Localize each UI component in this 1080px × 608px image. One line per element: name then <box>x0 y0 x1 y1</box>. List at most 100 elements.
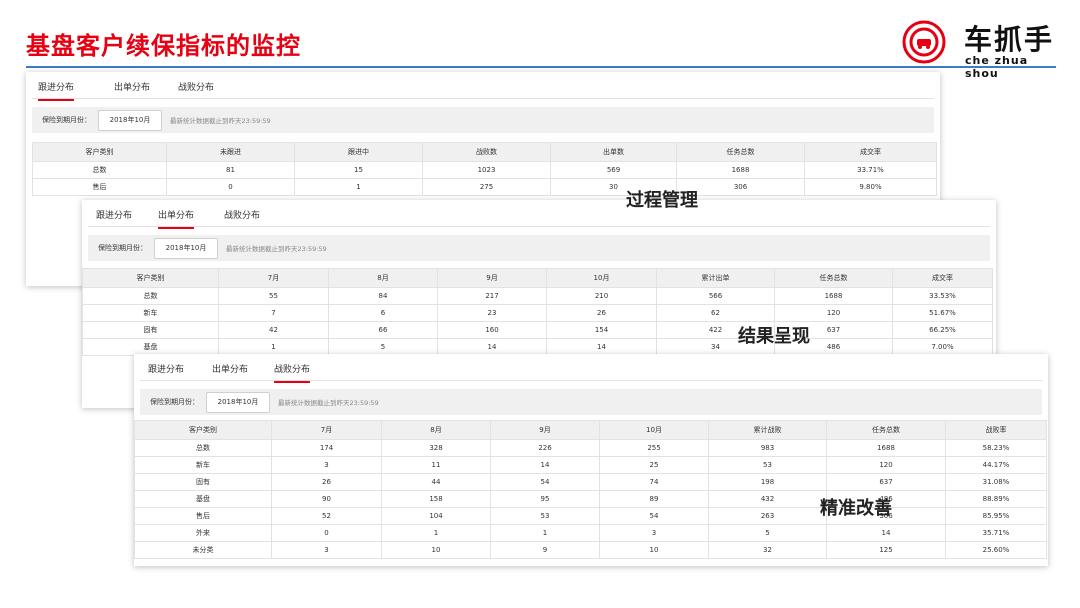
column-header: 任务总数 <box>826 420 946 440</box>
tab-lost[interactable]: 战败分布 <box>178 80 214 99</box>
column-header: 客户类别 <box>134 420 272 440</box>
table-cell: 25 <box>599 456 709 474</box>
table-row: 外来 0 1 1 3 5 14 35.71% <box>134 524 1047 542</box>
table-row: 售后 52 104 53 54 263 306 85.95% <box>134 507 1047 525</box>
table-cell: 432 <box>708 490 827 508</box>
tab-bar: 跟进分布 出单分布 战败分布 <box>140 354 1042 383</box>
table-row: 新车 3 11 14 25 53 120 44.17% <box>134 456 1047 474</box>
data-cutoff-note: 最新统计数据截止到昨天23:59:59 <box>226 245 327 253</box>
table-cell: 74 <box>599 473 709 491</box>
table-cell: 23 <box>437 304 547 322</box>
table-cell: 33.71% <box>804 161 937 179</box>
table-cell: 54 <box>490 473 600 491</box>
table-cell: 53 <box>708 456 827 474</box>
column-header: 客户类别 <box>32 142 167 162</box>
table-row: 总数 55 84 217 210 566 1688 33.53% <box>82 287 993 305</box>
table-cell: 11 <box>381 456 491 474</box>
table-cell: 1 <box>294 178 423 196</box>
table-cell: 637 <box>826 473 946 491</box>
data-cutoff-note: 最新统计数据截止到昨天23:59:59 <box>170 117 271 125</box>
table-cell: 25.60% <box>945 541 1047 559</box>
tab-follow-up[interactable]: 跟进分布 <box>38 80 75 101</box>
column-header: 累计战败 <box>708 420 827 440</box>
tab-lost[interactable]: 战败分布 <box>224 208 260 227</box>
tab-orders[interactable]: 出单分布 <box>114 80 150 99</box>
panel-lost: 跟进分布 出单分布 战败分布 保险到期月份： 2018年10月 最新统计数据截止… <box>134 354 1048 566</box>
table-cell: 1688 <box>826 439 946 457</box>
table-cell: 5 <box>328 338 438 356</box>
tab-orders[interactable]: 出单分布 <box>158 208 195 229</box>
table-row: 基盘 1 5 14 14 34 486 7.00% <box>82 338 993 356</box>
table-row: 新车 7 6 23 26 62 120 51.67% <box>82 304 993 322</box>
column-header: 9月 <box>490 420 600 440</box>
table-cell: 14 <box>546 338 657 356</box>
table-cell: 1 <box>218 338 329 356</box>
column-header: 累计出单 <box>656 268 775 288</box>
table-header-row: 客户类别 7月 8月 9月 10月 累计出单 任务总数 成交率 <box>82 268 993 288</box>
table-cell: 89 <box>599 490 709 508</box>
column-header: 8月 <box>381 420 491 440</box>
table-cell: 固有 <box>82 321 219 339</box>
table-cell: 固有 <box>134 473 272 491</box>
table-cell: 9.80% <box>804 178 937 196</box>
column-header: 战败率 <box>945 420 1047 440</box>
table-cell: 15 <box>294 161 423 179</box>
tab-follow-up[interactable]: 跟进分布 <box>96 208 132 227</box>
column-header: 7月 <box>271 420 382 440</box>
table-cell: 新车 <box>82 304 219 322</box>
table-cell: 51.67% <box>892 304 993 322</box>
table-cell: 566 <box>656 287 775 305</box>
table-cell: 新车 <box>134 456 272 474</box>
table-cell: 55 <box>218 287 329 305</box>
column-header: 10月 <box>546 268 657 288</box>
table-header-row: 客户类别 7月 8月 9月 10月 累计战败 任务总数 战败率 <box>134 420 1047 440</box>
data-cutoff-note: 最新统计数据截止到昨天23:59:59 <box>278 399 379 407</box>
table-cell: 7.00% <box>892 338 993 356</box>
table-row: 总数 174 328 226 255 983 1688 58.23% <box>134 439 1047 457</box>
table-cell: 售后 <box>134 507 272 525</box>
table-row: 基盘 90 158 95 89 432 486 88.89% <box>134 490 1047 508</box>
column-header: 任务总数 <box>774 268 893 288</box>
table-cell: 62 <box>656 304 775 322</box>
table-cell: 35.71% <box>945 524 1047 542</box>
table-row: 总数 81 15 1023 569 1688 33.71% <box>32 161 937 179</box>
table-cell: 66.25% <box>892 321 993 339</box>
table-cell: 基盘 <box>82 338 219 356</box>
table-cell: 125 <box>826 541 946 559</box>
table-cell: 基盘 <box>134 490 272 508</box>
table-cell: 3 <box>599 524 709 542</box>
table-cell: 95 <box>490 490 600 508</box>
table-cell: 3 <box>271 541 382 559</box>
table-cell: 85.95% <box>945 507 1047 525</box>
tab-follow-up[interactable]: 跟进分布 <box>148 362 184 381</box>
table-cell: 88.89% <box>945 490 1047 508</box>
month-select[interactable]: 2018年10月 <box>98 110 162 131</box>
table-cell: 10 <box>381 541 491 559</box>
table-cell: 58.23% <box>945 439 1047 457</box>
table-cell: 120 <box>774 304 893 322</box>
table-cell: 33.53% <box>892 287 993 305</box>
month-select[interactable]: 2018年10月 <box>206 392 270 413</box>
filter-bar: 保险到期月份： 2018年10月 最新统计数据截止到昨天23:59:59 <box>88 235 990 261</box>
column-header: 任务总数 <box>676 142 805 162</box>
column-header: 客户类别 <box>82 268 219 288</box>
table-cell: 32 <box>708 541 827 559</box>
table-cell: 90 <box>271 490 382 508</box>
table-cell: 3 <box>271 456 382 474</box>
tab-orders[interactable]: 出单分布 <box>212 362 248 381</box>
table-cell: 217 <box>437 287 547 305</box>
table-cell: 569 <box>550 161 677 179</box>
filter-label: 保险到期月份： <box>98 244 147 252</box>
filter-label: 保险到期月份： <box>150 398 199 406</box>
filter-label: 保险到期月份： <box>42 116 91 124</box>
table-row: 售后 0 1 275 30 306 9.80% <box>32 178 937 196</box>
column-header: 跟进中 <box>294 142 423 162</box>
tab-lost[interactable]: 战败分布 <box>274 362 311 383</box>
month-select[interactable]: 2018年10月 <box>154 238 218 259</box>
logo-text-cn: 车抓手 <box>964 23 1055 56</box>
table-cell: 10 <box>599 541 709 559</box>
table-cell: 255 <box>599 439 709 457</box>
table-cell: 328 <box>381 439 491 457</box>
table-cell: 总数 <box>32 161 167 179</box>
table-cell: 54 <box>599 507 709 525</box>
